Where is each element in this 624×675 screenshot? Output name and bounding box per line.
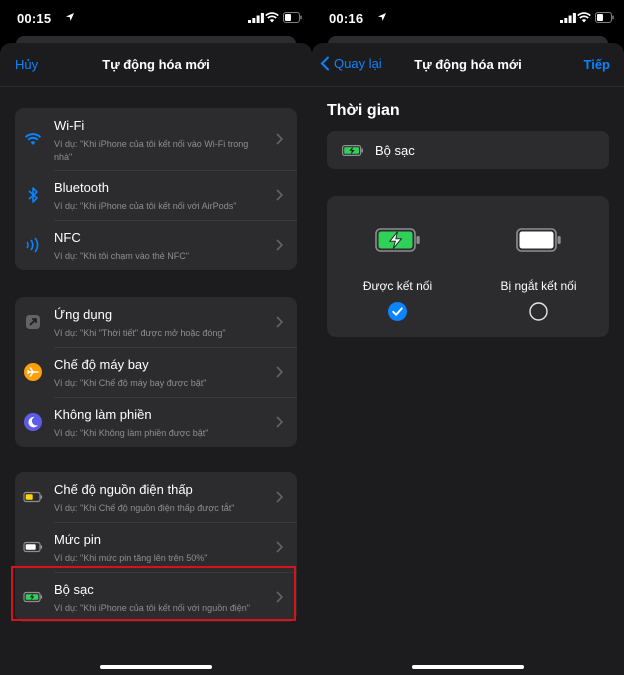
trigger-row-airplane[interactable]: Chế độ máy bay Ví dụ: "Khi Chế độ máy ba…	[15, 347, 297, 397]
home-indicator	[100, 665, 212, 669]
battery-status-icon	[595, 12, 614, 23]
trigger-row-do-not-disturb[interactable]: Không làm phiền Ví dụ: "Khi Không làm ph…	[15, 397, 297, 447]
chevron-right-icon	[276, 133, 283, 145]
trigger-subtitle: Ví dụ: "Khi "Thời tiết" được mở hoặc đón…	[54, 328, 226, 338]
battery-full-icon	[516, 228, 561, 252]
trigger-subtitle: Ví dụ: "Khi tôi chạm vào thẻ NFC"	[54, 251, 189, 261]
trigger-summary-label: Bộ sạc	[375, 143, 415, 158]
trigger-title: Không làm phiền	[54, 407, 152, 422]
next-button[interactable]: Tiếp	[584, 57, 611, 72]
option-label: Bị ngắt kết nối	[500, 279, 577, 293]
nav-bar: Hủy Tự động hóa mới	[0, 43, 312, 87]
trigger-summary-cell: Bộ sạc	[327, 131, 609, 169]
trigger-subtitle: Ví dụ: "Khi mức pin tăng lên trên 50%"	[54, 553, 208, 563]
status-bar: 00:16	[312, 0, 624, 36]
chevron-right-icon	[276, 366, 283, 378]
trigger-title: Chế độ máy bay	[54, 357, 149, 372]
trigger-row-bluetooth[interactable]: Bluetooth Ví dụ: "Khi iPhone của tôi kết…	[15, 170, 297, 220]
status-time: 00:15	[17, 11, 52, 26]
trigger-title: Wi-Fi	[54, 118, 85, 133]
trigger-row-app[interactable]: Ứng dụng Ví dụ: "Khi "Thời tiết" được mở…	[15, 297, 297, 347]
wifi-status-icon	[577, 12, 591, 23]
charger-state-card: Được kết nối Bị ngắt kết nối	[327, 196, 609, 337]
battery-level-icon	[23, 541, 43, 553]
bluetooth-icon	[28, 187, 38, 203]
chevron-right-icon	[276, 491, 283, 503]
trigger-title: Chế độ nguồn điện thấp	[54, 482, 193, 497]
nav-title: Tự động hóa mới	[102, 57, 210, 72]
right-screen: 00:16 Quay lại Tự động hóa mới Tiếp Thời…	[312, 0, 624, 675]
trigger-subtitle: Ví dụ: "Khi iPhone của tôi kết nối với A…	[54, 201, 237, 211]
trigger-title: Mức pin	[54, 532, 101, 547]
option-connected[interactable]: Được kết nối	[327, 196, 468, 337]
status-bar: 00:15	[0, 0, 312, 36]
trigger-title: NFC	[54, 230, 81, 245]
charger-highlight-box	[11, 566, 296, 621]
cellular-signal-icon	[248, 13, 264, 23]
wifi-icon	[24, 133, 42, 145]
trigger-row-low-power[interactable]: Chế độ nguồn điện thấp Ví dụ: "Khi Chế đ…	[15, 472, 297, 522]
option-disconnected[interactable]: Bị ngắt kết nối	[468, 196, 609, 337]
low-power-battery-icon	[23, 491, 43, 503]
chevron-right-icon	[276, 416, 283, 428]
checkmark-selected-icon[interactable]	[388, 302, 407, 321]
location-icon	[66, 13, 74, 21]
trigger-subtitle: Ví dụ: "Khi iPhone của tôi kết nối vào W…	[54, 139, 249, 162]
trigger-title: Bluetooth	[54, 180, 109, 195]
location-icon	[378, 13, 386, 21]
charging-battery-icon	[342, 145, 363, 156]
trigger-row-wifi[interactable]: Wi-Fi Ví dụ: "Khi iPhone của tôi kết nối…	[15, 108, 297, 170]
option-label: Được kết nối	[362, 279, 433, 293]
trigger-row-nfc[interactable]: NFC Ví dụ: "Khi tôi chạm vào thẻ NFC"	[15, 220, 297, 270]
airplane-icon	[24, 363, 42, 381]
trigger-subtitle: Ví dụ: "Khi Chế độ máy bay được bật"	[54, 378, 207, 388]
status-time: 00:16	[329, 11, 364, 26]
cellular-signal-icon	[560, 13, 576, 23]
moon-icon	[24, 413, 42, 431]
trigger-row-battery-level[interactable]: Mức pin Ví dụ: "Khi mức pin tăng lên trê…	[15, 522, 297, 572]
chevron-right-icon	[276, 541, 283, 553]
app-icon	[26, 315, 40, 329]
radio-unselected-icon[interactable]	[529, 302, 548, 321]
chevron-right-icon	[276, 189, 283, 201]
trigger-subtitle: Ví dụ: "Khi Chế độ nguồn điện thấp được …	[54, 503, 235, 513]
home-indicator	[412, 665, 524, 669]
left-screen: 00:15 Hủy Tự động hóa mới Wi-Fi Ví dụ: "…	[0, 0, 312, 675]
trigger-subtitle: Ví dụ: "Khi Không làm phiền được bật"	[54, 428, 209, 438]
connectivity-group: Wi-Fi Ví dụ: "Khi iPhone của tôi kết nối…	[15, 108, 297, 270]
nfc-icon	[26, 237, 39, 253]
nav-bar: Quay lại Tự động hóa mới Tiếp	[312, 43, 624, 87]
battery-status-icon	[283, 12, 302, 23]
new-automation-sheet: Quay lại Tự động hóa mới Tiếp Thời gian …	[312, 43, 624, 675]
wifi-status-icon	[265, 12, 279, 23]
nav-title: Tự động hóa mới	[414, 57, 522, 72]
trigger-title: Ứng dụng	[54, 307, 113, 322]
modes-group: Ứng dụng Ví dụ: "Khi "Thời tiết" được mở…	[15, 297, 297, 447]
charging-battery-icon	[375, 228, 420, 252]
section-title: Thời gian	[327, 102, 400, 119]
chevron-right-icon	[276, 239, 283, 251]
chevron-right-icon	[276, 316, 283, 328]
